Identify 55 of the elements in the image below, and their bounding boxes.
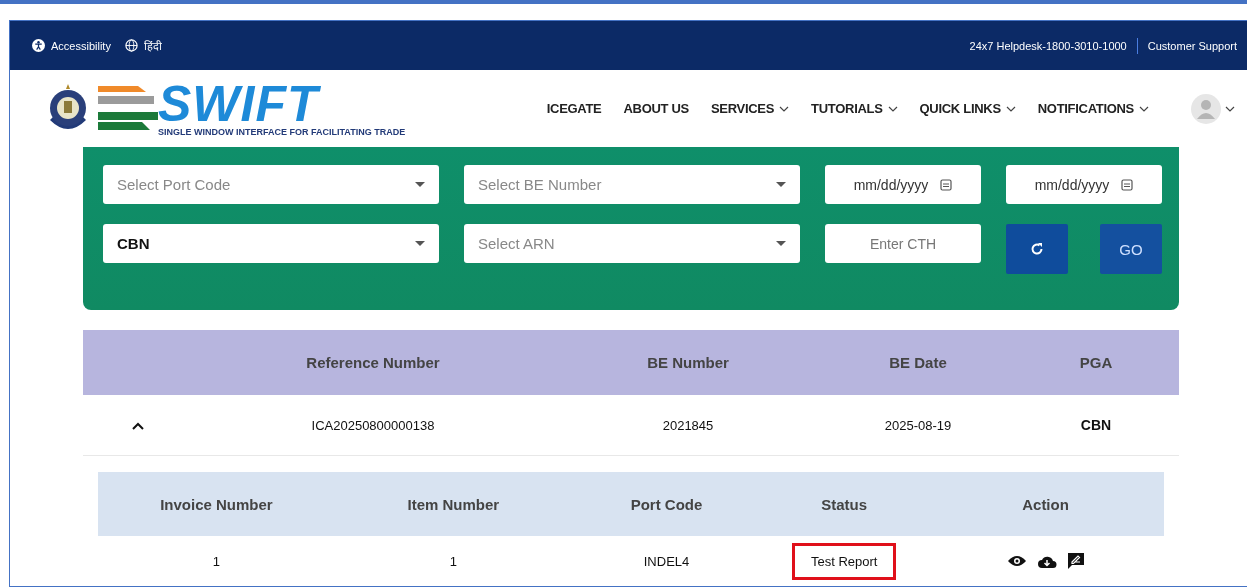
caret-icon — [415, 241, 425, 246]
logo-tagline: SINGLE WINDOW INTERFACE FOR FACILITATING TRADE — [158, 126, 406, 137]
go-button[interactable]: GO — [1100, 224, 1162, 274]
refresh-icon — [1030, 242, 1044, 256]
logo-wordmark: SWIFT — [158, 80, 321, 127]
caret-icon — [776, 182, 786, 187]
nav-menu-item[interactable]: ABOUT US — [623, 101, 689, 117]
port-code-dropdown[interactable]: Select Port Code — [103, 165, 439, 204]
status-text: Test Report — [791, 542, 897, 580]
column-header: Item Number — [406, 495, 501, 513]
helpdesk-text: 24x7 Helpdesk-1800-3010-1000 — [969, 39, 1127, 52]
column-header: BE Number — [646, 354, 730, 371]
caret-icon — [776, 241, 786, 246]
table-cell-text: INDEL4 — [642, 553, 691, 569]
nav-menu-item[interactable]: ICEGATE — [546, 101, 602, 117]
nav-menu-item[interactable]: SERVICES — [711, 101, 790, 117]
table-cell-text: CBN — [1079, 417, 1113, 433]
be-number-dropdown[interactable]: Select BE Number — [464, 165, 800, 204]
column-header: Invoice Number — [159, 495, 274, 513]
pga-dropdown[interactable]: CBN — [103, 224, 439, 263]
table-cell-text: 2021845 — [661, 417, 715, 433]
date-field[interactable]: mm/dd/yyyy — [825, 165, 981, 204]
user-icon — [1191, 93, 1221, 124]
table-cell-text: 2025-08-19 — [883, 417, 953, 433]
cth-field[interactable]: Enter CTH — [825, 224, 981, 263]
column-header: Reference Number — [305, 354, 441, 371]
column-header: Status — [820, 495, 869, 513]
chevron-down-icon — [1005, 105, 1016, 112]
column-header: Action — [1021, 495, 1070, 513]
accessibility-icon — [32, 39, 45, 53]
column-header: PGA — [1078, 354, 1114, 371]
chevron-down-icon — [887, 105, 898, 112]
feedback-icon[interactable] — [1066, 552, 1085, 570]
globe-icon — [124, 39, 138, 53]
chevron-up-icon[interactable] — [132, 421, 144, 430]
chevron-down-icon — [779, 105, 790, 112]
table-cell-text: ICA20250800000138 — [310, 417, 436, 433]
table-cell-text: 1 — [211, 553, 222, 569]
calendar-icon — [1121, 178, 1134, 191]
caret-icon — [415, 182, 425, 187]
chevron-down-icon — [1139, 105, 1149, 112]
customer-support-link[interactable]: Customer Support — [1147, 39, 1237, 52]
calendar-icon — [940, 178, 953, 191]
date-field[interactable]: mm/dd/yyyy — [1006, 165, 1162, 204]
language-link[interactable]: हिंदी — [124, 38, 162, 54]
chevron-down-icon — [1225, 105, 1235, 112]
column-header: Port Code — [629, 495, 704, 513]
nav-menu-item[interactable]: NOTIFICATIONS — [1037, 101, 1149, 117]
arn-dropdown[interactable]: Select ARN — [464, 224, 800, 263]
nav-menu-item[interactable]: TUTORIALS — [811, 101, 898, 117]
view-icon[interactable] — [1006, 554, 1027, 568]
nav-menu-item[interactable]: QUICK LINKS — [919, 101, 1016, 117]
column-header: BE Date — [888, 354, 948, 371]
accessibility-link[interactable]: Accessibility — [32, 39, 111, 53]
table-cell-text: 1 — [448, 553, 458, 569]
